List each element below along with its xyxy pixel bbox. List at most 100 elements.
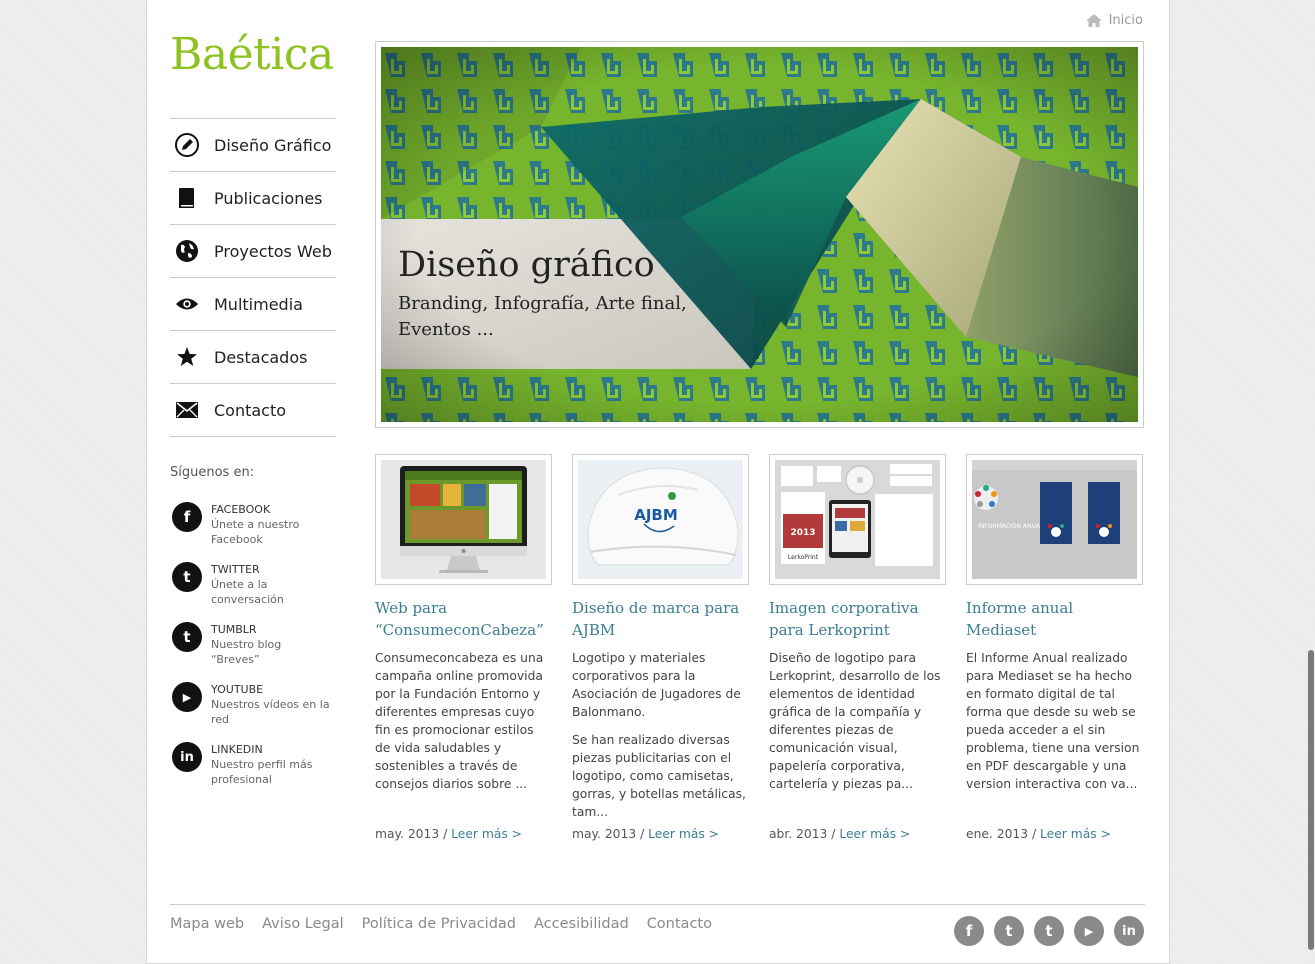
footer-link-accesibilidad[interactable]: Accesibilidad (534, 916, 629, 932)
pencil-icon (175, 133, 199, 157)
home-icon (1085, 14, 1102, 27)
social-name: TUMBLR (211, 623, 257, 636)
main-nav: Diseño Gráfico Publicaciones Proyectos W… (170, 118, 336, 437)
project-excerpt: Logotipo y materiales corporativos para … (572, 649, 749, 827)
hero-title: Diseño gráfico (398, 245, 655, 285)
project-thumbnail[interactable]: AJBM (572, 454, 749, 585)
project-card: INFORMACIÓN ANUAL 2011 Informe anual Med… (966, 454, 1143, 841)
social-desc: conversación (211, 593, 284, 606)
social-desc: profesional (211, 773, 272, 786)
social-desc: Nuestros vídeos en la (211, 698, 330, 711)
eye-icon (175, 292, 199, 316)
project-thumbnail[interactable]: LerkoPrint 2013 (769, 454, 946, 585)
social-desc: Facebook (211, 533, 263, 546)
social-item-twitter[interactable]: t TWITTER Únete a la conversación (172, 562, 342, 622)
twitter-icon[interactable]: t (994, 916, 1024, 946)
nav-label: Destacados (214, 347, 308, 367)
read-more-link[interactable]: Leer más > (648, 827, 719, 841)
project-meta: abr. 2013 / Leer más > (769, 827, 911, 841)
read-more-link[interactable]: Leer más > (451, 827, 522, 841)
report-image: INFORMACIÓN ANUAL 2011 (972, 460, 1137, 579)
hero-subtitle: Branding, Infografía, Arte final, Evento… (398, 293, 687, 340)
social-item-tumblr[interactable]: t TUMBLR Nuestro blog “Breves” (172, 622, 342, 682)
globe-icon (175, 239, 199, 263)
footer-link-contacto[interactable]: Contacto (647, 916, 712, 932)
hero-artwork (381, 47, 1138, 422)
social-name: TWITTER (211, 563, 260, 576)
project-thumbnail[interactable]: INFORMACIÓN ANUAL 2011 (966, 454, 1143, 585)
project-date: ene. 2013 (966, 827, 1029, 841)
nav-label: Publicaciones (214, 188, 323, 208)
nav-item-multimedia[interactable]: Multimedia (170, 278, 336, 331)
footer-link-aviso-legal[interactable]: Aviso Legal (262, 916, 344, 932)
footer-social: f t t ▶ in (954, 916, 1144, 946)
nav-item-contacto[interactable]: Contacto (170, 384, 336, 437)
social-item-youtube[interactable]: ▶ YOUTUBE Nuestros vídeos en la red (172, 682, 342, 742)
footer-link-mapa-web[interactable]: Mapa web (170, 916, 244, 932)
project-excerpt: Consumeconcabeza es una campaña online p… (375, 649, 552, 827)
nav-item-publicaciones[interactable]: Publicaciones (170, 172, 336, 225)
project-title[interactable]: Imagen corporativa para Lerkoprint (769, 597, 946, 649)
footer-link-privacidad[interactable]: Política de Privacidad (362, 916, 516, 932)
nav-label: Diseño Gráfico (214, 135, 332, 155)
book-icon (175, 186, 199, 210)
project-title[interactable]: Web para “ConsumeconCabeza” (375, 597, 552, 649)
project-title[interactable]: Diseño de marca para AJBM (572, 597, 749, 649)
social-list: f FACEBOOK Únete a nuestro Facebook t TW… (172, 502, 342, 802)
project-date: may. 2013 (375, 827, 440, 841)
project-title[interactable]: Informe anual Mediaset (966, 597, 1143, 649)
excerpt-paragraph: Logotipo y materiales corporativos para … (572, 651, 741, 719)
project-meta: may. 2013 / Leer más > (572, 827, 719, 841)
site-logo[interactable]: Baética (170, 29, 334, 80)
facebook-icon[interactable]: f (954, 916, 984, 946)
excerpt-paragraph: Diseño de logotipo para Lerkoprint, desa… (769, 651, 941, 791)
follow-title: Síguenos en: (170, 465, 255, 480)
star-icon (175, 345, 199, 369)
nav-label: Contacto (214, 400, 287, 420)
nav-item-proyectos-web[interactable]: Proyectos Web (170, 225, 336, 278)
nav-item-destacados[interactable]: Destacados (170, 331, 336, 384)
social-desc: Únete a nuestro (211, 518, 300, 531)
scrollbar-thumb[interactable] (1308, 650, 1314, 950)
lerko-text: LerkoPrint (788, 554, 819, 561)
social-desc: Nuestro perfil más (211, 758, 313, 771)
project-card: LerkoPrint 2013 Imagen corporativa para … (769, 454, 946, 841)
social-desc: red (211, 713, 230, 726)
project-meta: ene. 2013 / Leer más > (966, 827, 1111, 841)
project-card: AJBM Diseño de marca para AJBM Logotipo … (572, 454, 749, 841)
linkedin-icon[interactable]: in (1114, 916, 1144, 946)
social-name: FACEBOOK (211, 503, 271, 516)
footer-divider (170, 904, 1145, 905)
project-cards: Web para “ConsumeconCabeza” Consumeconca… (375, 454, 1145, 841)
envelope-icon (175, 398, 199, 422)
project-date: may. 2013 (572, 827, 637, 841)
project-thumbnail[interactable] (375, 454, 552, 585)
ajbm-logo-text: AJBM (634, 506, 678, 524)
excerpt-paragraph: Se han realizado diversas piezas publici… (572, 733, 746, 819)
nav-label: Proyectos Web (214, 241, 332, 261)
social-item-facebook[interactable]: f FACEBOOK Únete a nuestro Facebook (172, 502, 342, 562)
scrollbar[interactable] (1307, 0, 1315, 964)
tumblr-icon[interactable]: t (1034, 916, 1064, 946)
project-card: Web para “ConsumeconCabeza” Consumeconca… (375, 454, 552, 841)
twitter-icon: t (172, 562, 202, 592)
excerpt-paragraph: El Informe Anual realizado para Mediaset… (966, 651, 1140, 791)
social-item-linkedin[interactable]: in LINKEDIN Nuestro perfil más profesion… (172, 742, 342, 802)
project-date: abr. 2013 (769, 827, 828, 841)
hero-image: Diseño gráfico Branding, Infografía, Art… (381, 47, 1138, 422)
social-desc: “Breves” (211, 653, 260, 666)
project-meta: may. 2013 / Leer más > (375, 827, 522, 841)
excerpt-paragraph: Consumeconcabeza es una campaña online p… (375, 651, 544, 791)
linkedin-icon: in (172, 742, 202, 772)
youtube-icon[interactable]: ▶ (1074, 916, 1104, 946)
nav-item-diseno-grafico[interactable]: Diseño Gráfico (170, 119, 336, 172)
nav-label: Multimedia (214, 294, 303, 314)
facebook-icon: f (172, 502, 202, 532)
stationery-image: LerkoPrint 2013 (775, 460, 940, 579)
home-link[interactable]: Inicio (1085, 13, 1143, 28)
social-desc: Nuestro blog (211, 638, 282, 651)
hero-banner[interactable]: Diseño gráfico Branding, Infografía, Art… (375, 41, 1144, 428)
read-more-link[interactable]: Leer más > (1040, 827, 1111, 841)
footer-links: Mapa web Aviso Legal Política de Privaci… (170, 916, 712, 932)
read-more-link[interactable]: Leer más > (839, 827, 910, 841)
